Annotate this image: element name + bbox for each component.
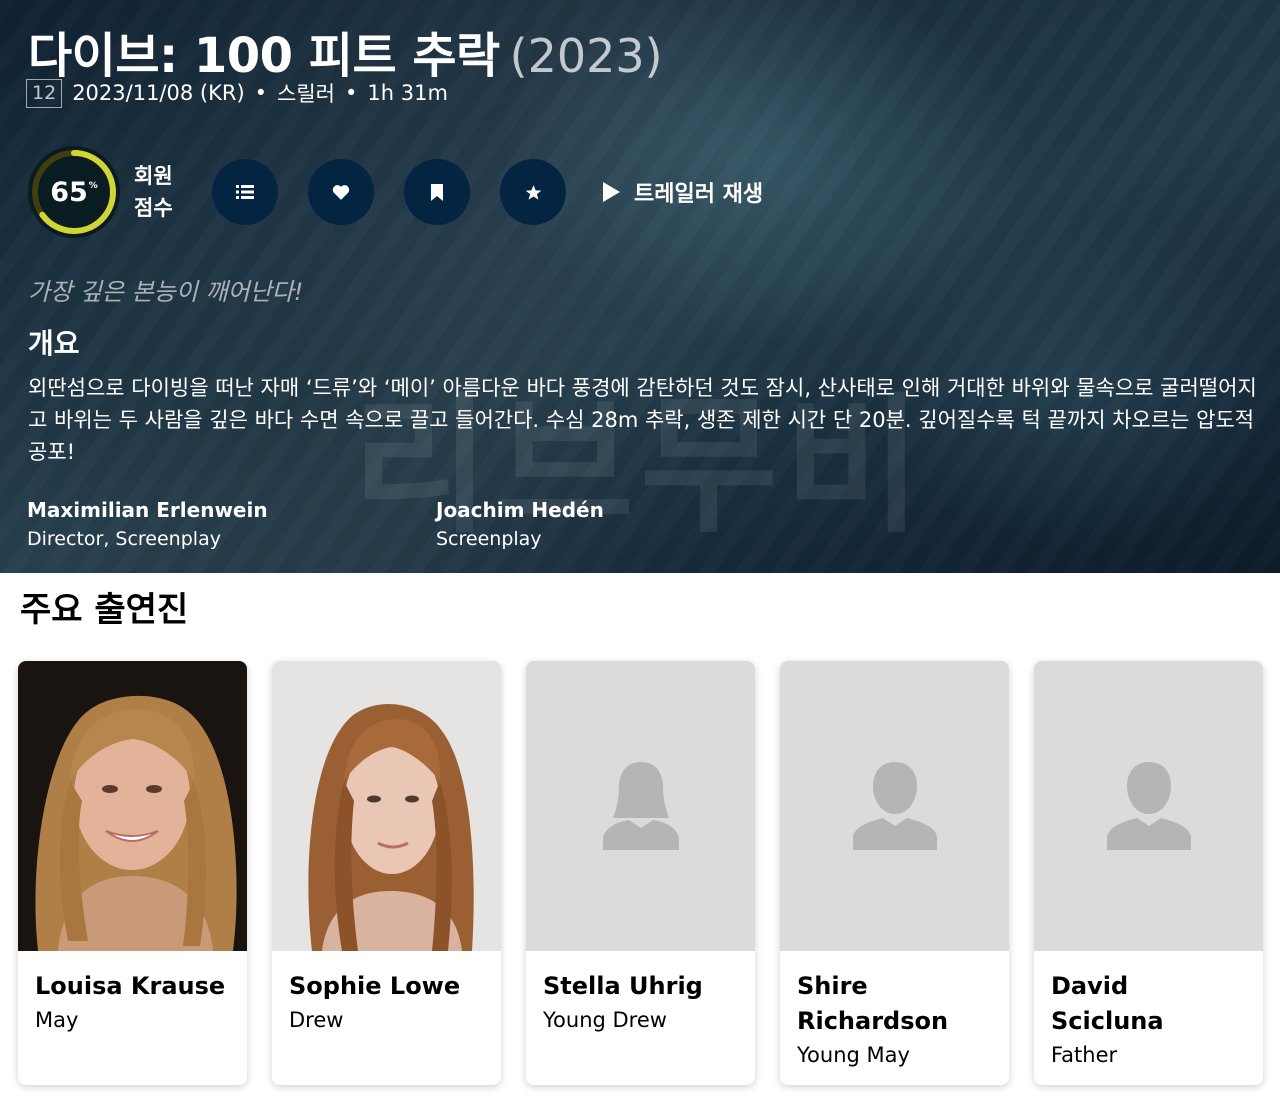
user-score-chart[interactable]: 65% xyxy=(28,146,120,238)
crew-job: Director, Screenplay xyxy=(27,528,221,550)
actor-name[interactable]: Shire Richardson xyxy=(797,969,993,1039)
movie-title[interactable]: 다이브: 100 피트 추락 xyxy=(28,28,500,84)
overview-heading: 개요 xyxy=(28,327,80,360)
tagline: 가장 깊은 본능이 깨어난다! xyxy=(28,278,304,306)
movie-facts: 12 2023/11/08 (KR) • 스릴러 • 1h 31m xyxy=(26,78,448,108)
score-value: 65% xyxy=(50,176,98,208)
crew-name[interactable]: Joachim Hedén xyxy=(436,498,604,522)
crew-job: Screenplay xyxy=(436,528,542,550)
favorite-button[interactable] xyxy=(308,159,374,225)
character-name: May xyxy=(35,1008,79,1032)
profile-photo[interactable] xyxy=(526,661,755,951)
portrait-photo xyxy=(272,661,501,951)
portrait-photo xyxy=(18,661,247,951)
profile-photo[interactable] xyxy=(18,661,247,951)
female-placeholder-icon xyxy=(602,762,679,850)
actor-name[interactable]: Louisa Krause xyxy=(35,969,231,1004)
male-placeholder-icon xyxy=(852,762,937,850)
heart-icon xyxy=(332,185,350,200)
cast-card[interactable]: Stella Uhrig Young Drew xyxy=(526,661,755,1085)
watchlist-button[interactable] xyxy=(404,159,470,225)
actor-name[interactable]: David Scicluna xyxy=(1051,969,1247,1039)
overview-text: 외딴섬으로 다이빙을 떠난 자매 ‘드류’와 ‘메이’ 아름다운 바다 풍경에 … xyxy=(28,376,1257,464)
character-name: Drew xyxy=(289,1008,344,1032)
score-label: 회원 점수 xyxy=(134,164,173,220)
add-to-list-button[interactable] xyxy=(212,159,278,225)
runtime: 1h 31m xyxy=(367,81,448,105)
separator-dot: • xyxy=(254,81,268,105)
movie-title-row: 다이브: 100 피트 추락 (2023) xyxy=(28,16,663,86)
play-trailer-label: 트레일러 재생 xyxy=(634,182,764,207)
profile-photo[interactable] xyxy=(1034,661,1263,951)
release-date: 2023/11/08 (KR) xyxy=(72,81,245,105)
action-buttons xyxy=(212,159,566,225)
star-icon xyxy=(525,184,541,200)
separator-dot: • xyxy=(345,81,358,105)
cast-card[interactable]: Louisa Krause May xyxy=(18,661,247,1085)
bookmark-icon xyxy=(431,183,443,201)
profile-photo[interactable] xyxy=(780,661,1009,951)
character-name: Young Drew xyxy=(543,1008,667,1032)
profile-photo[interactable] xyxy=(272,661,501,951)
crew-member: Joachim Hedén Screenplay xyxy=(436,498,604,550)
character-name: Father xyxy=(1051,1043,1118,1067)
genre-link[interactable]: 스릴러 xyxy=(277,78,335,108)
cast-card[interactable]: David Scicluna Father xyxy=(1034,661,1263,1085)
character-name: Young May xyxy=(797,1043,910,1067)
play-trailer-button[interactable]: 트레일러 재생 xyxy=(602,176,763,208)
actor-name[interactable]: Sophie Lowe xyxy=(289,969,485,1004)
release-year: (2023) xyxy=(509,29,663,83)
play-icon xyxy=(603,182,620,202)
actor-name[interactable]: Stella Uhrig xyxy=(543,969,739,1004)
cast-card[interactable]: Shire Richardson Young May xyxy=(780,661,1009,1085)
list-icon xyxy=(236,185,254,199)
cast-heading: 주요 출연진 xyxy=(20,590,189,630)
crew-name[interactable]: Maximilian Erlenwein xyxy=(27,498,268,522)
crew-member: Maximilian Erlenwein Director, Screenpla… xyxy=(27,498,268,550)
rate-button[interactable] xyxy=(500,159,566,225)
male-placeholder-icon xyxy=(1106,762,1191,850)
certification-badge: 12 xyxy=(26,78,63,108)
action-bar: 65% 회원 점수 트레일러 재생 xyxy=(28,146,763,238)
cast-card[interactable]: Sophie Lowe Drew xyxy=(272,661,501,1085)
movie-header: 리브무비 다이브: 100 피트 추락 (2023) 12 2023/11/08 … xyxy=(0,0,1280,573)
cast-list: Louisa Krause May Sophie Lowe Drew Stell… xyxy=(18,661,1263,1085)
